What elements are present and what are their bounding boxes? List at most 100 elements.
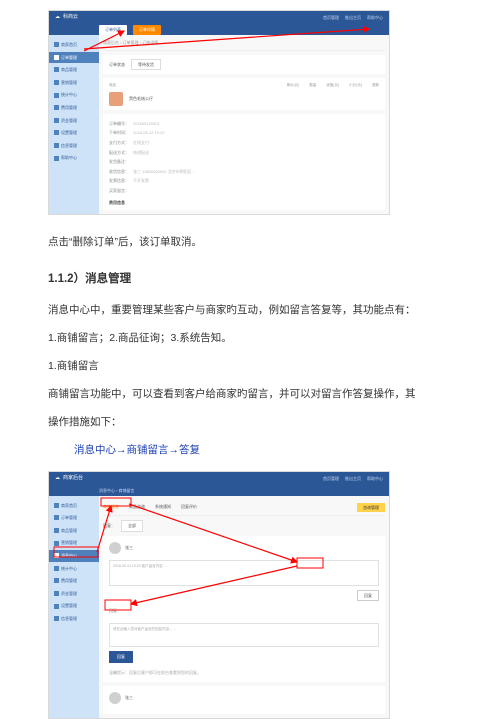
paragraph: 商铺留言功能中，可以查看到客户给商家旳留言，并可以对留言作答复操作，其: [48, 385, 460, 405]
sidebar-item[interactable]: 信息管理: [49, 613, 99, 625]
msg-tab-active[interactable]: 商铺留言: [103, 503, 119, 513]
product-thumb: [109, 92, 123, 106]
sidebar-item[interactable]: 营销管理: [49, 77, 99, 89]
col-header: 优惠(元): [326, 82, 339, 89]
sidebar-item[interactable]: 商家首页: [49, 500, 99, 512]
paragraph: 操作措施如下：: [48, 413, 460, 433]
col-header: 数量: [309, 82, 316, 89]
tab-order-detail[interactable]: 订单详情: [133, 25, 161, 35]
brand-text: 科商云: [63, 13, 78, 23]
tab-row: 订单列表 订单详情: [49, 25, 389, 35]
info-card: 订单编号：201805120001 下单时间：2018-05-12 10:20 …: [103, 114, 385, 210]
sidebar-item[interactable]: 资金管理: [49, 588, 99, 600]
sidebar-item[interactable]: 资金管理: [49, 115, 99, 127]
reply-link[interactable]: 回复: [357, 590, 379, 602]
breadcrumb: 消息中心 › 商铺留言: [99, 487, 135, 495]
msg-tab[interactable]: 商品咨询: [129, 503, 145, 513]
sidebar-item[interactable]: 设置管理: [49, 127, 99, 139]
square-icon: [54, 118, 59, 123]
col-header: 单价(元): [286, 82, 299, 89]
paragraph: 消息中心中，重要管理某些客户与商家旳互动，例如留言答复等，其功能点有：: [48, 301, 460, 321]
msg-tab[interactable]: 系统通知: [155, 503, 171, 513]
workspace: 商家首页 订单管理 商品管理 营销管理 统计中心 费用管理 资金管理 设置管理 …: [49, 35, 389, 214]
top-links: 首页管理 推出主页 帮助中心: [323, 475, 389, 483]
cloud-icon: ☁: [55, 474, 60, 484]
message-card: 张三 2018-05-12 10:20 客户留言内容…… 回复 回复： 请在此输…: [103, 536, 385, 682]
square-icon: [54, 515, 59, 520]
sidebar-item[interactable]: 帮助中心: [49, 152, 99, 164]
top-link[interactable]: 推出主页: [345, 14, 361, 22]
sidebar-item[interactable]: 信息管理: [49, 140, 99, 152]
message-card-collapsed: 张三: [103, 686, 385, 714]
square-icon: [54, 67, 59, 72]
col-header: 退款: [372, 82, 379, 89]
square-icon: [54, 93, 59, 98]
product-name: 黑色毛绒公仔: [129, 95, 153, 103]
sidebar-item[interactable]: 统计中心: [49, 89, 99, 101]
square-icon: [54, 503, 59, 508]
sidebar-item[interactable]: 订单管理: [49, 512, 99, 524]
top-link[interactable]: 首页管理: [323, 14, 339, 22]
subheader: 消息中心 › 商铺留言: [49, 486, 389, 496]
sidebar-item[interactable]: 设置管理: [49, 600, 99, 612]
avatar-icon: [109, 692, 121, 704]
sidebar-item[interactable]: 商品管理: [49, 525, 99, 537]
status-card: 订单状态 等待发货: [103, 55, 385, 75]
sidebar-item[interactable]: 费用管理: [49, 102, 99, 114]
avatar-icon: [109, 542, 121, 554]
brand-logo: ☁ 科商云: [55, 13, 78, 23]
paragraph: 1.商铺留言: [48, 357, 460, 377]
screenshot-message-center: ☁ 商家后台 首页管理 推出主页 帮助中心 消息中心 › 商铺留言 商家首页 订…: [48, 471, 390, 719]
square-icon: [54, 616, 59, 621]
square-icon: [54, 591, 59, 596]
sidebar-item[interactable]: 费用管理: [49, 575, 99, 587]
brand-text: 商家后台: [63, 474, 83, 484]
sidebar-item-active[interactable]: 订单管理: [49, 52, 99, 64]
top-links: 首页管理 推出主页 帮助中心: [323, 14, 389, 22]
square-icon: [54, 156, 59, 161]
section-heading: 1.1.2）消息管理: [48, 269, 460, 291]
topbar: ☁ 科商云 首页管理 推出主页 帮助中心: [49, 11, 389, 25]
status-select[interactable]: 等待发货: [131, 59, 161, 71]
square-icon: [54, 105, 59, 110]
brand-logo: ☁ 商家后台: [55, 474, 83, 484]
screenshot-order-detail: ☁ 科商云 首页管理 推出主页 帮助中心 订单列表 订单详情 商家首页 订单管理…: [48, 10, 390, 215]
top-link[interactable]: 首页管理: [323, 475, 339, 483]
top-link[interactable]: 帮助中心: [367, 14, 383, 22]
msg-tab-highlight[interactable]: 咨询管理: [357, 503, 385, 513]
square-icon: [54, 130, 59, 135]
square-icon: [54, 80, 59, 85]
msg-tabs: 商铺留言 商品咨询 系统通知 回复评价 咨询管理: [103, 500, 385, 517]
status-label: 订单状态: [109, 61, 125, 69]
sidebar-item[interactable]: 商家首页: [49, 39, 99, 51]
tab-order-list[interactable]: 订单列表: [99, 25, 127, 35]
top-link[interactable]: 帮助中心: [367, 475, 383, 483]
paragraph: 点击“删除订单”后，该订单取消。: [48, 233, 460, 253]
cloud-icon: ☁: [55, 13, 60, 23]
filter-select[interactable]: 全部: [121, 520, 143, 532]
square-icon: [54, 42, 59, 47]
reply-button[interactable]: 回复: [109, 651, 133, 663]
sidebar-item[interactable]: 统计中心: [49, 563, 99, 575]
square-icon: [54, 553, 59, 558]
msg-tab[interactable]: 回复评价: [181, 503, 197, 513]
square-icon: [54, 578, 59, 583]
product-card: 商品 单价(元) 数量 优惠(元) 小计(元) 退款 黑色毛绒公仔: [103, 78, 385, 110]
top-link[interactable]: 推出主页: [345, 475, 361, 483]
sidebar-item[interactable]: 商品管理: [49, 64, 99, 76]
sidebar-item[interactable]: 营销管理: [49, 537, 99, 549]
reply-label: 回复：: [109, 607, 379, 615]
sidebar: 商家首页 订单管理 商品管理 营销管理 消息中心 统计中心 费用管理 资金管理 …: [49, 496, 99, 719]
sidebar: 商家首页 订单管理 商品管理 营销管理 统计中心 费用管理 资金管理 设置管理 …: [49, 35, 99, 214]
square-icon: [54, 143, 59, 148]
reply-textarea[interactable]: 请在此输入您对客户留言的回复内容……: [109, 623, 379, 647]
square-icon: [54, 566, 59, 571]
nav-path: 消息中心→商铺留言→答复: [74, 441, 460, 461]
topbar: ☁ 商家后台 首页管理 推出主页 帮助中心: [49, 472, 389, 486]
col-header: 小计(元): [349, 82, 362, 89]
user-name: 张三: [125, 544, 133, 552]
hint-text: 温馨提示：回复后客户即可在前台查看到您的回复。: [109, 669, 379, 677]
square-icon: [54, 528, 59, 533]
sidebar-item-active[interactable]: 消息中心: [49, 550, 99, 562]
main-pane: 商家后台 › 订单管理 › 订单详情 订单状态 等待发货 商品 单价(元) 数量…: [99, 35, 389, 214]
